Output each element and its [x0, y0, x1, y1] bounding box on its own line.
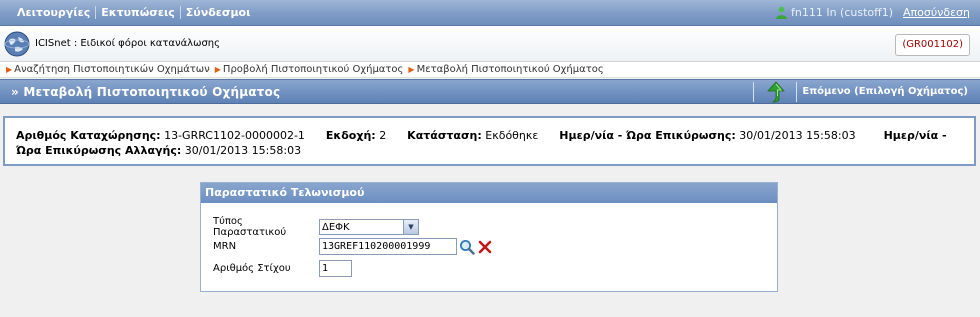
toolbar-divider — [753, 82, 754, 102]
registration-value: 13-GRRC1102-0000002-1 — [164, 129, 305, 142]
customs-document-form: Παραστατικό Τελωνισμού Τύπος Παραστατικο… — [200, 182, 778, 292]
confirm-date-value: 30/01/2013 15:58:03 — [739, 129, 856, 142]
main-menu: Λειτουργίες Εκτυπώσεις Σύνδεσμοι — [12, 6, 255, 19]
status-value: Εκδόθηκε — [485, 129, 539, 142]
doc-type-select[interactable]: ΔΕΦΚ ▼ — [319, 219, 419, 235]
page-title: » Μεταβολή Πιστοποιητικού Οχήματος — [11, 85, 281, 99]
user-area: fn111 In (custoff1) Αποσύνδεση — [775, 6, 970, 19]
doc-type-label: Τύπος Παραστατικού — [213, 216, 287, 238]
info-line-1: Αριθμός Καταχώρησης: 13-GRRC1102-0000002… — [16, 129, 947, 142]
item-number-input[interactable] — [319, 260, 352, 277]
change-date-label-part2: Ώρα Επικύρωσης Αλλαγής: — [16, 144, 182, 157]
chevron-down-icon[interactable]: ▼ — [403, 220, 418, 234]
globe-icon — [4, 31, 30, 57]
version-value: 2 — [379, 129, 387, 142]
certificate-info-panel: Αριθμός Καταχώρησης: 13-GRRC1102-0000002… — [3, 116, 976, 166]
mrn-row: MRN — [213, 238, 493, 255]
item-number-row: Αριθμός Στίχου — [213, 260, 352, 277]
logout-link[interactable]: Αποσύνδεση — [903, 6, 970, 19]
breadcrumb: ▶ Αναζήτηση Πιστοποιητικών Οχημάτων ▶ Πρ… — [0, 62, 980, 78]
breadcrumb-label: Μεταβολή Πιστοποιητικού Οχήματος — [416, 64, 604, 75]
breadcrumb-item-search[interactable]: ▶ Αναζήτηση Πιστοποιητικών Οχημάτων — [6, 64, 210, 75]
toolbar-divider — [796, 82, 797, 102]
status-label: Κατάσταση: — [407, 129, 482, 142]
breadcrumb-item-view[interactable]: ▶ Προβολή Πιστοποιητικού Οχήματος — [215, 64, 404, 75]
version-label: Εκδοχή: — [325, 129, 376, 142]
app-header: ICISnet : Ειδικοί φόροι κατανάλωσης (GR0… — [0, 26, 980, 62]
menu-item-links[interactable]: Σύνδεσμοι — [181, 6, 256, 19]
search-icon[interactable] — [459, 239, 475, 255]
user-name: fn111 In (custoff1) — [791, 6, 894, 19]
breadcrumb-label: Αναζήτηση Πιστοποιητικών Οχημάτων — [14, 64, 210, 75]
breadcrumb-arrow-icon: ▶ — [6, 65, 13, 74]
breadcrumb-arrow-icon: ▶ — [214, 65, 221, 74]
office-code-badge: (GR001102) — [895, 34, 970, 56]
breadcrumb-item-change[interactable]: ▶ Μεταβολή Πιστοποιητικού Οχήματος — [408, 64, 603, 75]
mrn-input[interactable] — [319, 238, 457, 255]
doc-type-row: Τύπος Παραστατικού ΔΕΦΚ ▼ — [213, 216, 419, 238]
up-arrow-icon[interactable] — [765, 81, 787, 103]
app-title: ICISnet : Ειδικοί φόροι κατανάλωσης — [35, 38, 220, 49]
top-menu-bar: Λειτουργίες Εκτυπώσεις Σύνδεσμοι fn111 I… — [0, 0, 980, 26]
item-number-label: Αριθμός Στίχου — [213, 263, 291, 274]
change-date-label-part1: Ημερ/νία - — [883, 129, 947, 142]
form-title: Παραστατικό Τελωνισμού — [201, 183, 777, 203]
confirm-date-label: Ημερ/νία - Ώρα Επικύρωσης: — [559, 129, 736, 142]
next-button[interactable]: Επόμενο (Επιλογή Οχήματος) — [802, 86, 968, 97]
menu-item-prints[interactable]: Εκτυπώσεις — [96, 6, 181, 19]
user-icon — [776, 6, 787, 19]
delete-icon[interactable] — [477, 239, 493, 255]
doc-type-selected-value: ΔΕΦΚ — [322, 221, 350, 233]
breadcrumb-arrow-icon: ▶ — [408, 65, 415, 74]
change-date-value: 30/01/2013 15:58:03 — [184, 144, 302, 157]
mrn-label: MRN — [213, 241, 237, 252]
menu-item-operations[interactable]: Λειτουργίες — [12, 6, 97, 19]
breadcrumb-label: Προβολή Πιστοποιητικού Οχήματος — [222, 64, 404, 75]
page-title-bar: » Μεταβολή Πιστοποιητικού Οχήματος Επόμε… — [0, 79, 980, 104]
info-line-2: Ώρα Επικύρωσης Αλλαγής: 30/01/2013 15:58… — [16, 144, 301, 157]
registration-label: Αριθμός Καταχώρησης: — [16, 129, 161, 142]
